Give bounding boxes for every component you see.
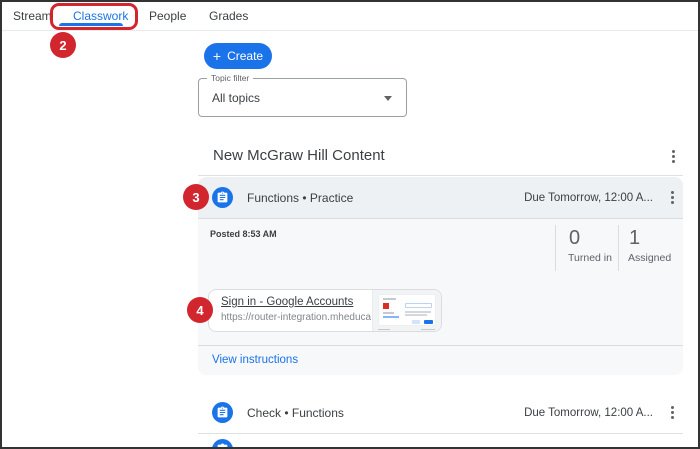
- caret-down-icon: [384, 96, 392, 101]
- attachment-title-link[interactable]: Sign in - Google Accounts: [221, 296, 353, 308]
- plus-icon: +: [213, 49, 221, 63]
- assignment-row-check-functions[interactable]: Check • Functions Due Tomorrow, 12:00 A.…: [198, 392, 683, 433]
- tab-classwork[interactable]: Classwork: [73, 9, 128, 23]
- annotation-badge-2: 2: [50, 32, 76, 58]
- attachment-url: https://router-integration.mheduca: [221, 312, 371, 323]
- assigned-count: 1: [629, 227, 640, 250]
- assignment-clipboard-icon: [212, 187, 233, 208]
- tab-bar: Stream Classwork People Grades: [2, 2, 698, 31]
- create-button-label: Create: [227, 49, 263, 63]
- assignment-row-functions-practice[interactable]: Functions • Practice Due Tomorrow, 12:00…: [198, 177, 683, 218]
- instructions-divider: [198, 345, 683, 346]
- classroom-window: Stream Classwork People Grades 2 3 4 + C…: [0, 0, 700, 449]
- assignment-details-panel: Posted 8:53 AM 0 Turned in 1 Assigned Si…: [198, 218, 683, 375]
- annotation-badge-3: 3: [183, 184, 209, 210]
- turned-in-label: Turned in: [568, 252, 612, 264]
- create-button[interactable]: + Create: [204, 43, 272, 69]
- tab-stream[interactable]: Stream: [13, 9, 52, 23]
- section-menu-icon[interactable]: [666, 147, 680, 165]
- topic-filter-dropdown[interactable]: Topic filter All topics: [198, 78, 407, 117]
- assignment-due-date: Due Tomorrow, 12:00 A...: [524, 407, 653, 419]
- tab-grades[interactable]: Grades: [209, 9, 248, 23]
- assignment-menu-icon[interactable]: [665, 403, 679, 421]
- view-instructions-link[interactable]: View instructions: [212, 354, 298, 366]
- topic-filter-label: Topic filter: [207, 73, 253, 83]
- active-tab-underline: [59, 23, 123, 26]
- assignment-title: Check • Functions: [247, 406, 344, 420]
- annotation-badge-4: 4: [187, 297, 213, 323]
- tab-people[interactable]: People: [149, 9, 186, 23]
- posted-time: Posted 8:53 AM: [210, 229, 277, 239]
- assignment-menu-icon[interactable]: [665, 188, 679, 206]
- turned-in-count: 0: [569, 227, 580, 250]
- attachment-thumbnail: [372, 290, 441, 331]
- topic-filter-value: All topics: [212, 91, 260, 105]
- attachment-link-card[interactable]: Sign in - Google Accounts https://router…: [208, 289, 442, 332]
- assigned-label: Assigned: [628, 252, 671, 264]
- assignment-clipboard-icon: [212, 402, 233, 423]
- section-divider: [198, 175, 683, 176]
- assignment-title: Functions • Practice: [247, 191, 353, 205]
- stats-divider: [618, 225, 619, 271]
- row-divider: [198, 433, 683, 434]
- assignment-clipboard-icon: [212, 439, 233, 449]
- topic-section-title: New McGraw Hill Content: [213, 147, 385, 164]
- stats-divider: [555, 225, 556, 271]
- assignment-due-date: Due Tomorrow, 12:00 A...: [524, 192, 653, 204]
